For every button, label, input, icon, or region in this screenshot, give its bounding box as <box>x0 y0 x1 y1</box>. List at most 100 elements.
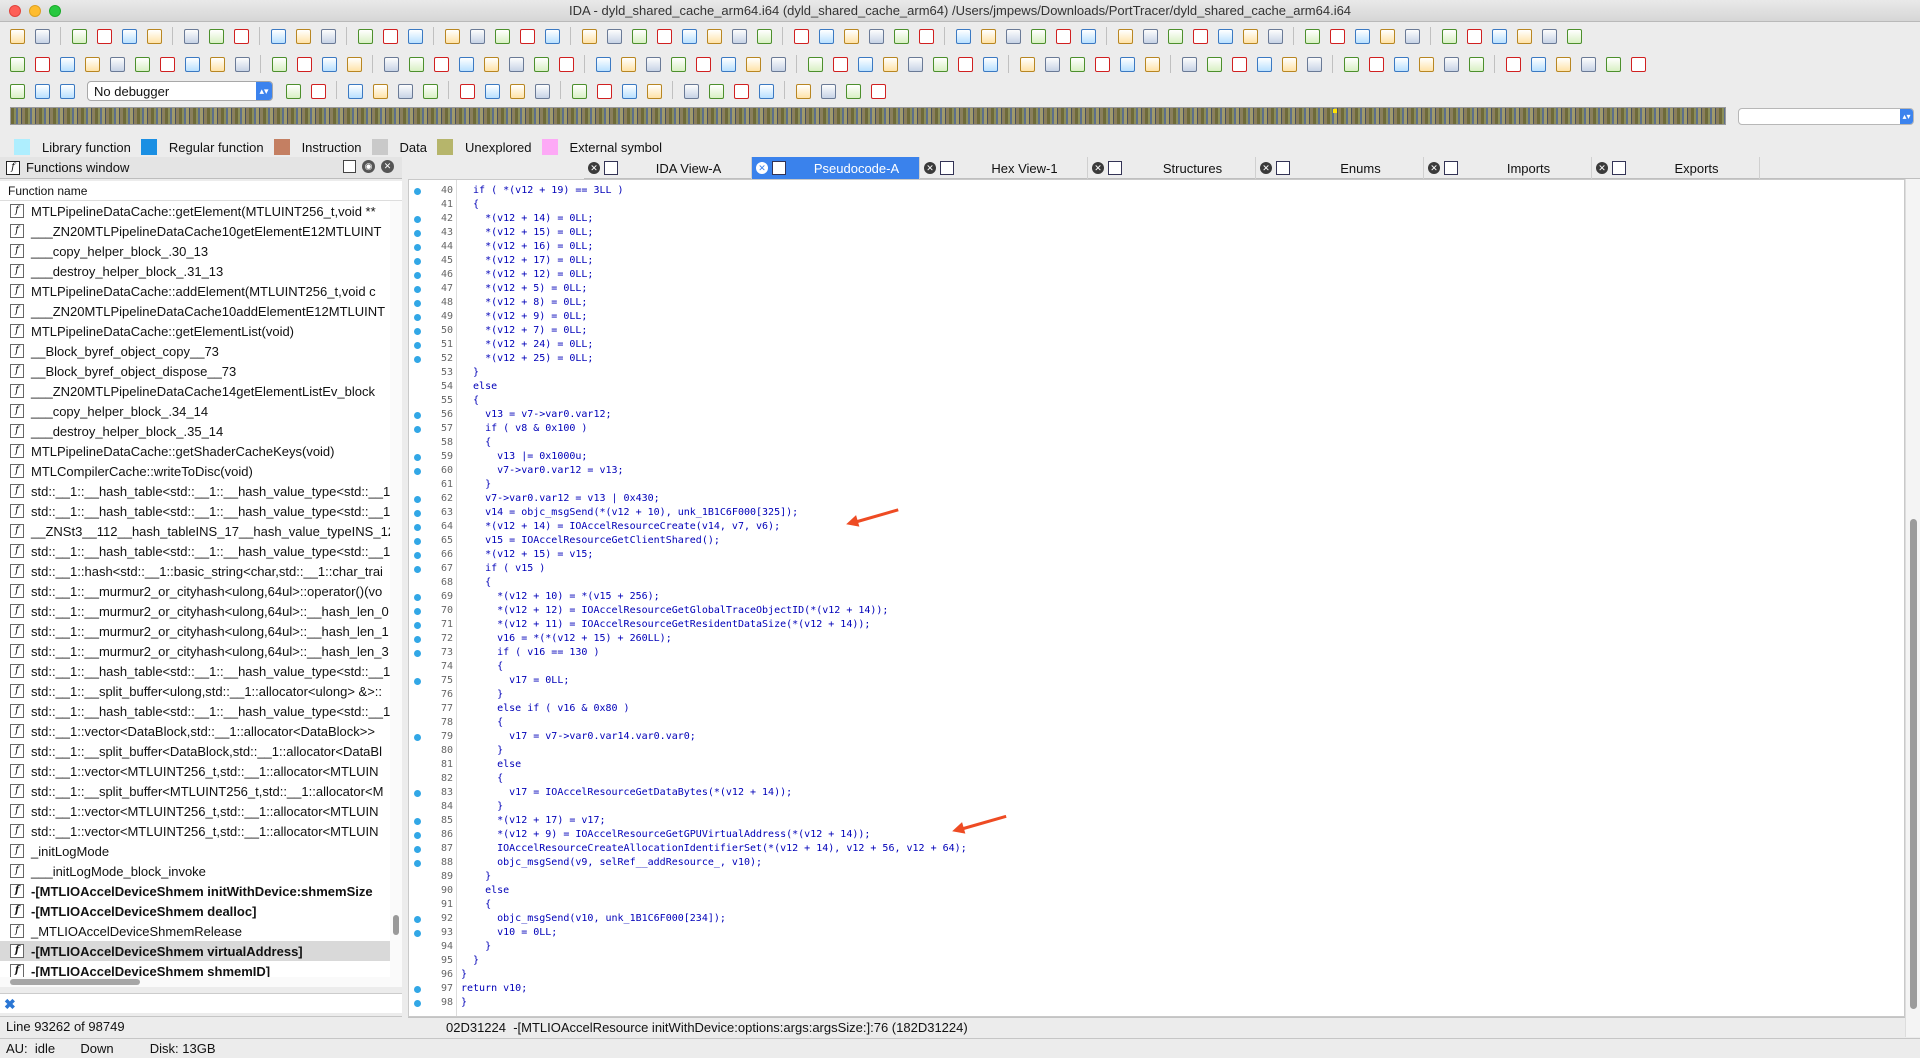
tab-exports[interactable]: ✕ Exports <box>1592 157 1760 179</box>
toolbar-icon[interactable] <box>491 26 513 46</box>
toolbar-icon[interactable] <box>318 54 340 74</box>
toolbar-icon[interactable] <box>678 26 700 46</box>
toolbar-icon[interactable] <box>730 81 752 101</box>
toolbar-icon[interactable] <box>292 26 314 46</box>
toolbar-icon[interactable] <box>755 81 777 101</box>
code-line[interactable]: 47 *(v12 + 5) = 0LL; <box>409 282 1904 296</box>
toolbar-icon[interactable] <box>1027 26 1049 46</box>
tab-pseudocode-a[interactable]: ✕ Pseudocode-A <box>752 157 920 179</box>
toolbar-icon[interactable] <box>618 81 640 101</box>
close-tab-icon[interactable]: ✕ <box>588 162 600 174</box>
toolbar-icon[interactable] <box>1253 54 1275 74</box>
breakpoint-dot-icon[interactable] <box>414 734 421 741</box>
toolbar-icon[interactable] <box>642 54 664 74</box>
code-line[interactable]: 72 v16 = *(*(v12 + 15) + 260LL); <box>409 632 1904 646</box>
toolbar-icon[interactable] <box>753 26 775 46</box>
function-list-item[interactable]: f MTLPipelineDataCache::getElement(MTLUIN… <box>0 201 390 221</box>
toolbar-icon[interactable] <box>430 54 452 74</box>
toolbar-icon[interactable] <box>879 54 901 74</box>
code-line[interactable]: 84 } <box>409 800 1904 814</box>
toolbar-icon[interactable] <box>1552 54 1574 74</box>
toolbar-icon[interactable] <box>1415 54 1437 74</box>
toolbar-icon[interactable] <box>268 54 290 74</box>
toolbar-icon[interactable] <box>1538 26 1560 46</box>
toolbar-icon[interactable] <box>505 54 527 74</box>
navigation-combo[interactable]: ▴▾ <box>1738 108 1914 125</box>
toolbar-icon[interactable] <box>1239 26 1261 46</box>
toolbar-icon[interactable] <box>568 81 590 101</box>
function-list-item[interactable]: f std::__1::__murmur2_or_cityhash<ulong,6… <box>0 581 390 601</box>
toolbar-icon[interactable] <box>1301 26 1323 46</box>
breakpoint-dot-icon[interactable] <box>414 552 421 559</box>
code-line[interactable]: 88 objc_msgSend(v9, selRef__addResource_… <box>409 856 1904 870</box>
code-line[interactable]: 73 if ( v16 == 130 ) <box>409 646 1904 660</box>
toolbar-icon[interactable] <box>118 26 140 46</box>
code-line[interactable]: 87 IOAccelResourceCreateAllocationIdenti… <box>409 842 1904 856</box>
function-list-item[interactable]: f ___copy_helper_block_.30_13 <box>0 241 390 261</box>
toolbar-icon[interactable] <box>354 26 376 46</box>
toolbar-icon[interactable] <box>954 54 976 74</box>
code-line[interactable]: 94 } <box>409 940 1904 954</box>
breakpoint-dot-icon[interactable] <box>414 790 421 797</box>
breakpoint-dot-icon[interactable] <box>414 930 421 937</box>
code-line[interactable]: 85 *(v12 + 17) = v17; <box>409 814 1904 828</box>
code-line[interactable]: 42 *(v12 + 14) = 0LL; <box>409 212 1904 226</box>
function-list-item[interactable]: f std::__1::vector<MTLUINT256_t,std::__1:… <box>0 801 390 821</box>
toolbar-icon[interactable] <box>205 26 227 46</box>
function-list-item[interactable]: f std::__1::__murmur2_or_cityhash<ulong,6… <box>0 641 390 661</box>
function-list-item[interactable]: f std::__1::vector<MTLUINT256_t,std::__1:… <box>0 761 390 781</box>
function-list-item[interactable]: f __Block_byref_object_dispose__73 <box>0 361 390 381</box>
toolbar-icon[interactable] <box>6 54 28 74</box>
toolbar-icon[interactable] <box>815 26 837 46</box>
breakpoint-dot-icon[interactable] <box>414 566 421 573</box>
toolbar-icon[interactable] <box>56 54 78 74</box>
breakpoint-dot-icon[interactable] <box>414 258 421 265</box>
toolbar-icon[interactable] <box>181 54 203 74</box>
breakpoint-dot-icon[interactable] <box>414 846 421 853</box>
code-line[interactable]: 48 *(v12 + 8) = 0LL; <box>409 296 1904 310</box>
toolbar-icon[interactable] <box>979 54 1001 74</box>
toolbar-icon[interactable] <box>1527 54 1549 74</box>
breakpoint-dot-icon[interactable] <box>414 356 421 363</box>
toolbar-icon[interactable] <box>804 54 826 74</box>
breakpoint-dot-icon[interactable] <box>414 328 421 335</box>
function-list-item[interactable]: f std::__1::__murmur2_or_cityhash<ulong,6… <box>0 601 390 621</box>
toolbar-icon[interactable] <box>394 81 416 101</box>
code-line[interactable]: 66 *(v12 + 15) = v15; <box>409 548 1904 562</box>
code-line[interactable]: 76 } <box>409 688 1904 702</box>
debugger-select[interactable]: No debugger ▴▾ <box>87 81 273 101</box>
breakpoint-dot-icon[interactable] <box>414 608 421 615</box>
code-line[interactable]: 51 *(v12 + 24) = 0LL; <box>409 338 1904 352</box>
breakpoint-dot-icon[interactable] <box>414 188 421 195</box>
code-line[interactable]: 69 *(v12 + 10) = *(v15 + 256); <box>409 590 1904 604</box>
close-tab-icon[interactable]: ✕ <box>1428 162 1440 174</box>
toolbar-icon[interactable] <box>1577 54 1599 74</box>
toolbar-icon[interactable] <box>1365 54 1387 74</box>
toolbar-icon[interactable] <box>1041 54 1063 74</box>
toolbar-icon[interactable] <box>1488 26 1510 46</box>
code-line[interactable]: 44 *(v12 + 16) = 0LL; <box>409 240 1904 254</box>
code-line[interactable]: 93 v10 = 0LL; <box>409 926 1904 940</box>
breakpoint-dot-icon[interactable] <box>414 986 421 993</box>
function-list-item[interactable]: f ___destroy_helper_block_.31_13 <box>0 261 390 281</box>
toolbar-icon[interactable] <box>1326 26 1348 46</box>
scroll-thumb[interactable] <box>10 979 140 985</box>
code-line[interactable]: 59 v13 |= 0x1000u; <box>409 450 1904 464</box>
code-line[interactable]: 98} <box>409 996 1904 1010</box>
toolbar-icon[interactable] <box>555 54 577 74</box>
toolbar-icon[interactable] <box>1066 54 1088 74</box>
code-line[interactable]: 78 { <box>409 716 1904 730</box>
code-line[interactable]: 79 v17 = v7->var0.var14.var0.var0; <box>409 730 1904 744</box>
toolbar-icon[interactable] <box>603 26 625 46</box>
toolbar-icon[interactable] <box>466 26 488 46</box>
toolbar-icon[interactable] <box>1390 54 1412 74</box>
toolbar-icon[interactable] <box>31 54 53 74</box>
tab-structures[interactable]: ✕ Structures <box>1088 157 1256 179</box>
toolbar-icon[interactable] <box>867 81 889 101</box>
toolbar-icon[interactable] <box>767 54 789 74</box>
toolbar-icon[interactable] <box>419 81 441 101</box>
toolbar-icon[interactable] <box>1376 26 1398 46</box>
function-list-item[interactable]: f ___destroy_helper_block_.35_14 <box>0 421 390 441</box>
toolbar-icon[interactable] <box>1627 54 1649 74</box>
toolbar-icon[interactable] <box>593 81 615 101</box>
